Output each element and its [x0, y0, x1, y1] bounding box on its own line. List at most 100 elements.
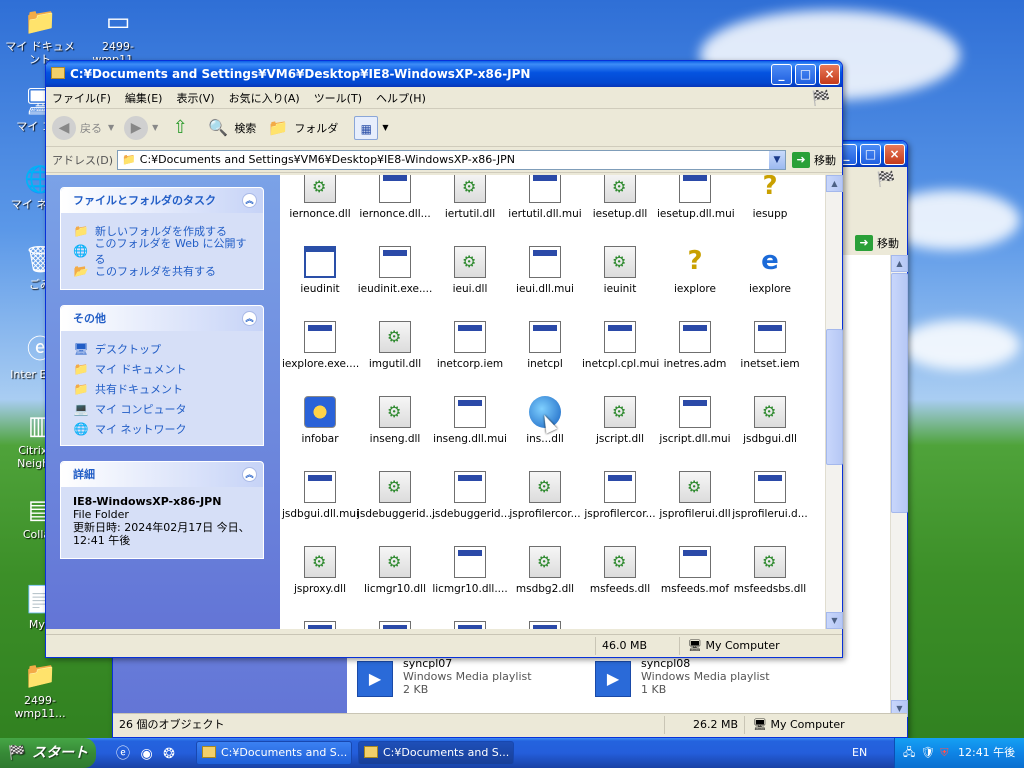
app-icon[interactable]: ❂ — [163, 746, 175, 762]
scroll-up-icon[interactable]: ▲ — [826, 175, 843, 192]
close-button[interactable]: × — [884, 144, 905, 165]
file-item[interactable]: ieudinit — [282, 246, 358, 296]
media-player-icon[interactable]: ◉ — [140, 746, 152, 762]
views-button[interactable]: ▦ ▼ — [354, 115, 388, 140]
file-item[interactable]: iernonce.dll — [282, 175, 358, 221]
file-item[interactable]: jscript.dll — [582, 396, 658, 446]
scroll-down-icon[interactable]: ▼ — [826, 612, 843, 629]
file-list[interactable]: iernonce.dll iernonce.dll... iertutil.dll i… — [280, 175, 825, 629]
file-item[interactable]: jsprofilerui.d... — [732, 471, 808, 521]
file-item[interactable]: ? iesupp — [732, 175, 808, 221]
file-item[interactable]: jsdebuggerid... — [432, 471, 511, 521]
file-item[interactable]: iesetup.dll.mui — [657, 175, 735, 221]
file-item-partial[interactable] — [282, 621, 358, 629]
file-item[interactable]: ? iexplore — [657, 246, 733, 296]
back-button[interactable]: ◀ 戻る ▼ — [52, 115, 114, 140]
file-item[interactable]: iertutil.dll.mui — [507, 175, 583, 221]
desktop-icon[interactable]: ▭2499-wmp11... — [78, 6, 158, 66]
desktop-icon[interactable]: 📁 マイ ドキュメント — [0, 6, 80, 66]
file-item[interactable]: jsprofilerui.dll — [657, 471, 733, 521]
bg-file-item[interactable]: ▶ syncpl07 Windows Media playlist 2 KB — [357, 657, 597, 701]
task-publish-web[interactable]: 🌐 このフォルダを Web に公開する — [73, 237, 253, 266]
scrollbar[interactable]: ▲ ▼ — [825, 175, 843, 629]
file-item[interactable]: ieui.dll.mui — [507, 246, 583, 296]
collapse-icon[interactable]: ︽ — [242, 193, 257, 208]
file-item[interactable]: licmgr10.dll.... — [432, 546, 508, 596]
file-item[interactable]: inseng.dll — [357, 396, 433, 446]
file-item[interactable]: msdbg2.dll — [507, 546, 583, 596]
search-button[interactable]: 🔍 検索 — [206, 116, 256, 140]
place-my-documents[interactable]: 📁 マイ ドキュメント — [73, 359, 253, 379]
file-item[interactable]: msfeedsbs.dll — [732, 546, 808, 596]
network-tray-icon[interactable]: 🖧 — [903, 746, 915, 759]
alert-tray-icon[interactable]: ⛨ — [940, 746, 948, 759]
up-folder-button[interactable]: ⇧ — [168, 116, 196, 140]
file-item[interactable]: inetres.adm — [657, 321, 733, 371]
file-item-partial[interactable] — [432, 621, 508, 629]
file-item[interactable]: imgutil.dll — [357, 321, 433, 371]
file-item[interactable]: jsprofilercor... — [507, 471, 583, 521]
place-my-computer[interactable]: 💻 マイ コンピュータ — [73, 399, 253, 419]
file-item[interactable]: inetcpl.cpl.mui — [582, 321, 659, 371]
file-item[interactable]: inetset.iem — [732, 321, 808, 371]
start-button[interactable]: 🏁 スタート — [0, 738, 96, 768]
bg-scrollbar[interactable]: ▲ ▼ — [890, 255, 908, 717]
file-item[interactable]: ieuinit — [582, 246, 658, 296]
file-item[interactable]: inetcorp.iem — [432, 321, 508, 371]
place-my-network[interactable]: 🌐 マイ ネットワーク — [73, 419, 253, 439]
file-item[interactable]: jsdbgui.dll — [732, 396, 808, 446]
collapse-icon[interactable]: ︽ — [242, 467, 257, 482]
file-item-partial[interactable] — [507, 621, 583, 629]
forward-button[interactable]: ▶ ▼ — [124, 115, 158, 140]
file-item[interactable]: jscript.dll.mui — [657, 396, 733, 446]
minimize-button[interactable]: _ — [771, 64, 792, 85]
folders-button[interactable]: 📁 フォルダ — [266, 116, 338, 140]
place-desktop[interactable]: 🖥 デスクトップ — [73, 339, 253, 359]
menu-file[interactable]: ファイル(F) — [52, 90, 111, 106]
address-input[interactable]: 📁 C:¥Documents and Settings¥VM6¥Desktop¥… — [117, 149, 786, 170]
file-item[interactable]: iernonce.dll... — [357, 175, 433, 221]
language-indicator[interactable]: EN — [852, 738, 867, 768]
file-item[interactable]: jsproxy.dll — [282, 546, 358, 596]
panel-header[interactable]: 詳細 ︽ — [61, 462, 263, 487]
file-item[interactable]: iesetup.dll — [582, 175, 658, 221]
maximize-button[interactable]: □ — [795, 64, 816, 85]
file-item[interactable]: e iexplore — [732, 246, 808, 296]
title-bar[interactable]: C:¥Documents and Settings¥VM6¥Desktop¥IE… — [46, 61, 842, 87]
file-item[interactable]: msfeeds.mof — [657, 546, 733, 596]
panel-header[interactable]: その他 ︽ — [61, 306, 263, 331]
file-item[interactable]: inseng.dll.mui — [432, 396, 508, 446]
menu-favorites[interactable]: お気に入り(A) — [229, 90, 300, 106]
file-item[interactable]: infobar — [282, 396, 358, 446]
maximize-button[interactable]: □ — [860, 144, 881, 165]
scroll-thumb[interactable] — [826, 329, 843, 465]
file-item[interactable]: msfeeds.dll — [582, 546, 658, 596]
bg-file-item[interactable]: ▶ syncpl08 Windows Media playlist 1 KB — [595, 657, 835, 701]
file-item-partial[interactable] — [357, 621, 433, 629]
scroll-up-icon[interactable]: ▲ — [891, 255, 908, 272]
collapse-icon[interactable]: ︽ — [242, 311, 257, 326]
bg-go-button[interactable]: ➜ 移動 — [855, 235, 899, 251]
file-item[interactable]: licmgr10.dll — [357, 546, 433, 596]
panel-header[interactable]: ファイルとフォルダのタスク ︽ — [61, 188, 263, 213]
security-tray-icon[interactable]: 🛡 — [921, 746, 935, 759]
scroll-thumb[interactable] — [891, 273, 908, 513]
menu-edit[interactable]: 編集(E) — [125, 90, 163, 106]
explorer-window[interactable]: C:¥Documents and Settings¥VM6¥Desktop¥IE… — [45, 60, 843, 658]
file-item[interactable]: iertutil.dll — [432, 175, 508, 221]
menu-tools[interactable]: ツール(T) — [314, 90, 362, 106]
place-shared-documents[interactable]: 📁 共有ドキュメント — [73, 379, 253, 399]
file-item[interactable]: inetcpl — [507, 321, 583, 371]
clock[interactable]: 12:41 午後 — [958, 746, 1015, 759]
go-button[interactable]: ➜ 移動 — [792, 151, 836, 168]
close-button[interactable]: × — [819, 64, 840, 85]
taskbar-app-active[interactable]: C:¥Documents and S... — [358, 741, 514, 765]
file-item[interactable]: jsdebuggerid... — [357, 471, 436, 521]
file-item[interactable]: ieudinit.exe.... — [357, 246, 433, 296]
file-item[interactable]: iexplore.exe.... — [282, 321, 359, 371]
menu-help[interactable]: ヘルプ(H) — [376, 90, 426, 106]
ie-icon[interactable]: ⓔ — [116, 746, 130, 762]
menu-view[interactable]: 表示(V) — [176, 90, 214, 106]
file-item[interactable]: jsdbgui.dll.mui — [282, 471, 359, 521]
address-dropdown-icon[interactable]: ▼ — [769, 150, 785, 169]
